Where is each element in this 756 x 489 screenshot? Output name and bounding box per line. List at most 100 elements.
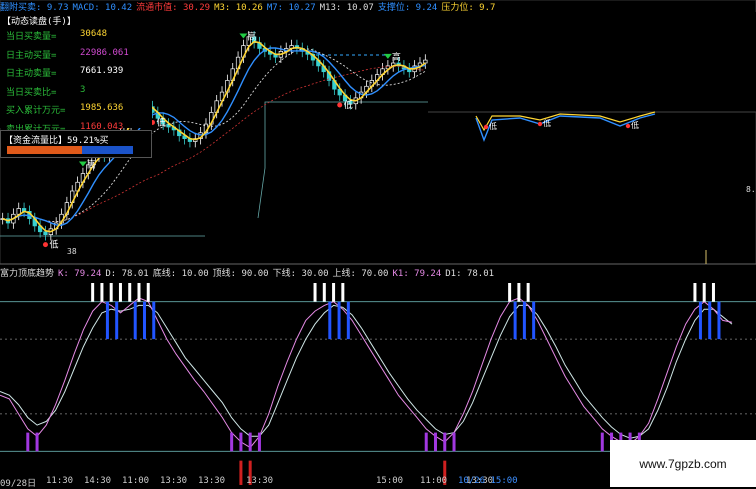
bottom-purple-bar [230, 432, 234, 452]
top-signal-bar [517, 283, 521, 302]
top-blue-bar [532, 301, 536, 340]
top-blue-bar [522, 301, 526, 340]
info-row: 日主动卖量= 7661.939 [0, 64, 152, 83]
bottom-purple-bar [433, 432, 437, 452]
low-marker [537, 121, 543, 127]
high-label: 高 [247, 31, 256, 43]
time-tick: 15:00 [376, 476, 404, 486]
indicator-header-item: D1: 78.01 [445, 269, 495, 279]
high-label: 高 [392, 51, 401, 63]
top-signal-bar [146, 283, 150, 302]
bottom-purple-bar [35, 432, 39, 452]
right-axis-label: 8. [746, 185, 756, 194]
top-blue-bar [337, 301, 341, 340]
flow-label: 【资金流量比】59.21%买 [4, 136, 109, 146]
top-signal-bar [508, 283, 512, 302]
indicator-header-item: 顶线: 90.00 [212, 269, 269, 279]
top-indicator-item: M13: 10.07 [319, 3, 374, 13]
top-blue-bar [346, 301, 350, 340]
top-signal-bar [100, 283, 104, 302]
info-value: 1985.636 [80, 103, 124, 113]
high-marker [239, 33, 248, 39]
time-tick: 11:30 [46, 476, 74, 486]
price-blank-area [428, 12, 756, 112]
top-signal-bar [109, 283, 113, 302]
low-marker [625, 123, 631, 129]
price-38-label: 38 [67, 247, 77, 256]
bottom-purple-bar [248, 432, 252, 452]
top-indicator-item: 支撑位: 9.24 [377, 3, 438, 13]
top-indicator-item: M3: 10.26 [214, 3, 263, 13]
high-marker [78, 161, 87, 167]
info-label: 当日买卖比= [6, 87, 57, 98]
low-label: 低 [344, 99, 353, 111]
info-value: 30648 [80, 29, 108, 39]
top-blue-bar [708, 301, 712, 340]
bottom-purple-bar [452, 432, 456, 452]
info-label: 日主动卖量= [6, 69, 57, 79]
indicator-header-item: D: 78.01 [105, 269, 149, 279]
d-line [0, 304, 733, 439]
top-indicator-bar: 翻附买卖: 9.73 MACD: 10.42 流通市值: 30.29 M3: 10.2… [0, 0, 499, 13]
top-signal-bar [322, 283, 326, 302]
indicator-header-item: 上线: 70.00 [332, 269, 389, 279]
indicator-header-item: 富力顶底趋势 [0, 269, 55, 279]
indicator-header-item: 底线: 10.00 [152, 269, 209, 279]
top-blue-bar [328, 301, 332, 340]
top-signal-bar [118, 283, 122, 302]
bottom-purple-bar [257, 432, 261, 452]
top-indicator-item: M7: 10.27 [266, 3, 316, 13]
bottom-red-bar [239, 460, 243, 485]
info-row: 买入累计万元= 1985.636 [0, 101, 152, 120]
flow-bar-track [7, 146, 133, 154]
site-watermark: www.7gpzb.com [610, 440, 756, 487]
low-label: 低 [543, 118, 551, 128]
candle-body [423, 59, 428, 64]
info-value: 3 [80, 84, 86, 95]
bottom-purple-bar [600, 432, 604, 452]
time-tick: 09/28日 [0, 479, 37, 489]
time-tick: 11:00 [420, 476, 448, 486]
time-tick: 10/26 15:00 [458, 476, 518, 486]
low-label: 低 [489, 121, 497, 131]
capital-flow-box: 【资金流量比】59.21%买 [0, 130, 152, 158]
bottom-purple-bar [443, 432, 447, 452]
time-tick: 13:30 [160, 476, 188, 486]
info-label: 买入累计万元= [6, 106, 66, 116]
info-row: 日主动买量= 22986.061 [0, 46, 152, 65]
flow-bar-fill [7, 146, 82, 154]
top-blue-bar [717, 301, 721, 340]
top-signal-bar [137, 283, 141, 302]
k-line [0, 297, 733, 449]
top-blue-bar [133, 301, 137, 340]
top-blue-bar [513, 301, 517, 340]
low-label: 低 [156, 116, 165, 128]
top-signal-bar [313, 283, 317, 302]
info-value: 7661.939 [80, 66, 124, 76]
masked-area [205, 218, 550, 266]
indicator-header-item: K: 79.24 [58, 269, 102, 279]
time-tick: 14:30 [84, 476, 112, 486]
top-signal-bar [91, 283, 95, 302]
support-line [257, 101, 428, 219]
top-blue-bar [115, 301, 119, 340]
top-blue-bar [105, 301, 109, 340]
low-marker [337, 102, 343, 108]
top-signal-bar [693, 283, 697, 302]
top-signal-bar [711, 283, 715, 302]
top-signal-bar [332, 283, 336, 302]
top-signal-bar [526, 283, 530, 302]
indicator-header-item: K1: 79.24 [392, 269, 442, 279]
time-tick: 11:00 [122, 476, 150, 486]
top-blue-bar [698, 301, 702, 340]
candle-body [43, 231, 48, 235]
info-row: 当日买卖量= 30648 [0, 27, 152, 46]
high-label: 高 [87, 159, 96, 171]
indicator-header: 富力顶底趋势 K: 79.24 D: 78.01 底线: 10.00 顶线: 90.00… [0, 266, 498, 279]
info-label: 日主动买量= [6, 50, 57, 61]
info-value: 22986.061 [80, 47, 129, 58]
bottom-purple-bar [239, 432, 243, 452]
dynamic-reading-panel: 【动态读盘(手)】 当日买卖量= 30648 日主动买量= 22986.061 日主动卖… [0, 12, 152, 135]
indicator-header-item: 下线: 30.00 [272, 269, 329, 279]
top-blue-bar [142, 301, 146, 340]
